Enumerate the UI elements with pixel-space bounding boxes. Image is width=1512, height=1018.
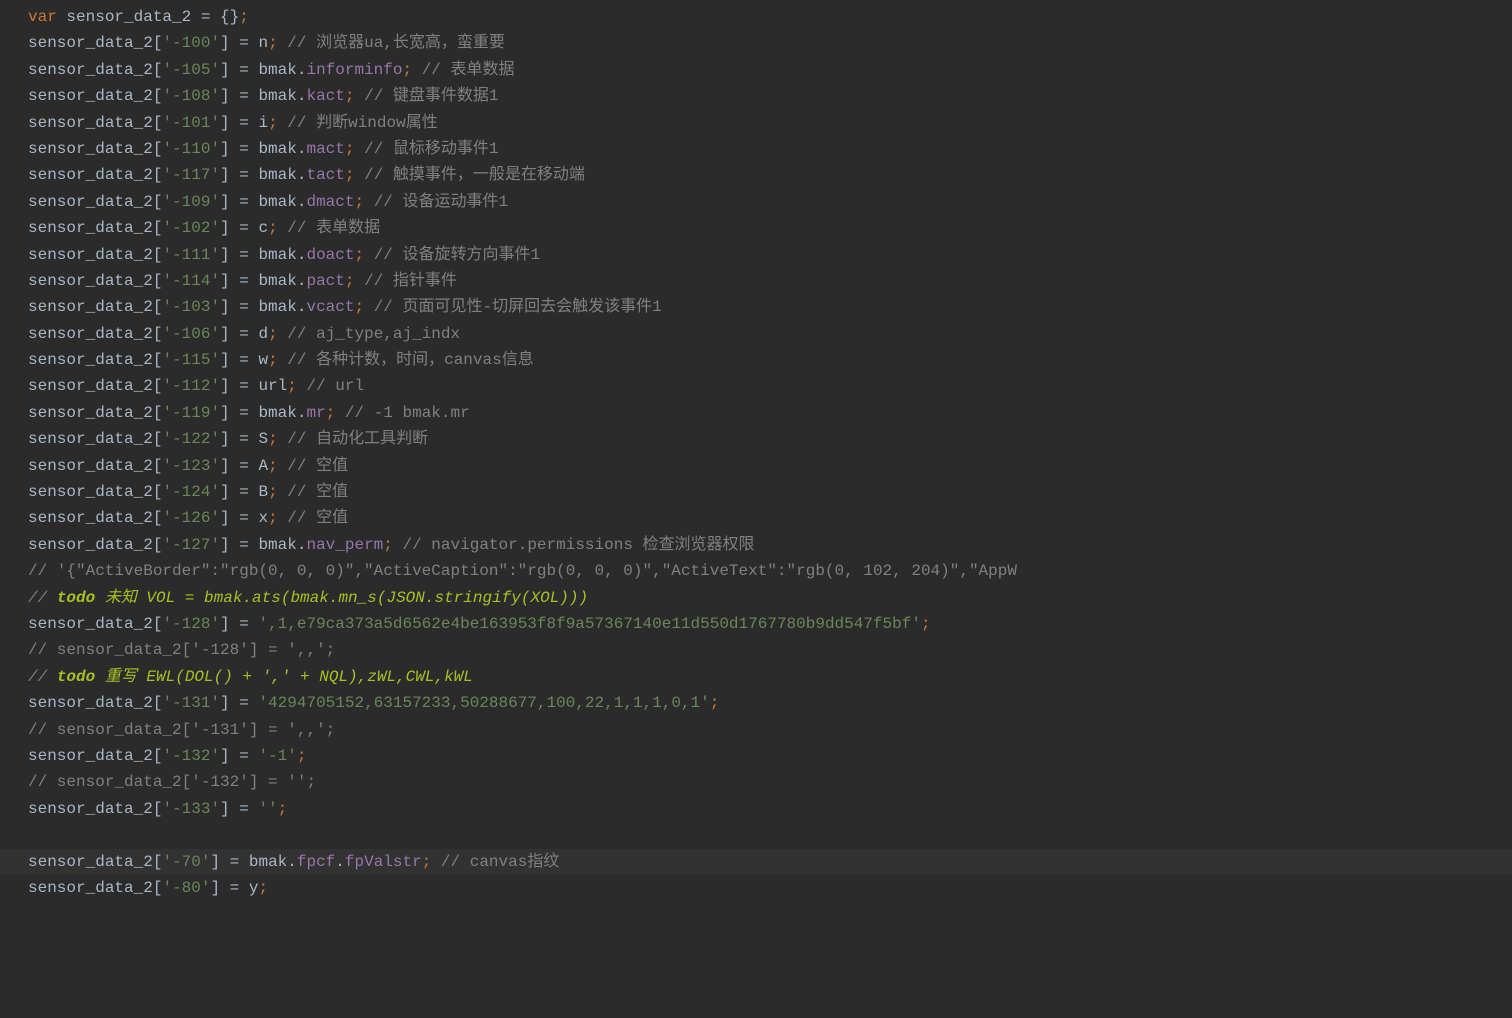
code-line[interactable]: sensor_data_2['-105'] = bmak.informinfo;…: [0, 57, 1512, 83]
code-line[interactable]: sensor_data_2['-100'] = n; // 浏览器ua,长宽高，…: [0, 30, 1512, 56]
code-line[interactable]: sensor_data_2['-112'] = url; // url: [0, 373, 1512, 399]
code-line[interactable]: // todo 未知 VOL = bmak.ats(bmak.mn_s(JSON…: [0, 585, 1512, 611]
code-line[interactable]: sensor_data_2['-124'] = B; // 空值: [0, 479, 1512, 505]
code-line[interactable]: sensor_data_2['-101'] = i; // 判断window属性: [0, 110, 1512, 136]
code-line[interactable]: // '{"ActiveBorder":"rgb(0, 0, 0)","Acti…: [0, 558, 1512, 584]
code-line[interactable]: sensor_data_2['-117'] = bmak.tact; // 触摸…: [0, 162, 1512, 188]
code-line[interactable]: sensor_data_2['-80'] = y;: [0, 875, 1512, 901]
code-line[interactable]: sensor_data_2['-114'] = bmak.pact; // 指针…: [0, 268, 1512, 294]
code-line[interactable]: // sensor_data_2['-132'] = '';: [0, 769, 1512, 795]
code-line[interactable]: sensor_data_2['-126'] = x; // 空值: [0, 505, 1512, 531]
code-editor[interactable]: var sensor_data_2 = {};sensor_data_2['-1…: [0, 4, 1512, 901]
code-line[interactable]: sensor_data_2['-110'] = bmak.mact; // 鼠标…: [0, 136, 1512, 162]
code-line[interactable]: sensor_data_2['-108'] = bmak.kact; // 键盘…: [0, 83, 1512, 109]
code-line[interactable]: sensor_data_2['-115'] = w; // 各种计数，时间，ca…: [0, 347, 1512, 373]
code-line[interactable]: sensor_data_2['-128'] = ',1,e79ca373a5d6…: [0, 611, 1512, 637]
code-line[interactable]: [0, 822, 1512, 848]
code-line[interactable]: // todo 重写 EWL(DOL() + ',' + NQL),zWL,CW…: [0, 664, 1512, 690]
code-line[interactable]: // sensor_data_2['-128'] = ',,';: [0, 637, 1512, 663]
code-line[interactable]: sensor_data_2['-123'] = A; // 空值: [0, 453, 1512, 479]
code-line[interactable]: sensor_data_2['-133'] = '';: [0, 796, 1512, 822]
code-line[interactable]: sensor_data_2['-106'] = d; // aj_type,aj…: [0, 321, 1512, 347]
code-line[interactable]: sensor_data_2['-119'] = bmak.mr; // -1 b…: [0, 400, 1512, 426]
code-line[interactable]: sensor_data_2['-131'] = '4294705152,6315…: [0, 690, 1512, 716]
code-line[interactable]: sensor_data_2['-109'] = bmak.dmact; // 设…: [0, 189, 1512, 215]
code-line[interactable]: sensor_data_2['-132'] = '-1';: [0, 743, 1512, 769]
code-line[interactable]: // sensor_data_2['-131'] = ',,';: [0, 717, 1512, 743]
code-line[interactable]: sensor_data_2['-127'] = bmak.nav_perm; /…: [0, 532, 1512, 558]
code-line[interactable]: var sensor_data_2 = {};: [0, 4, 1512, 30]
code-line[interactable]: sensor_data_2['-102'] = c; // 表单数据: [0, 215, 1512, 241]
code-line[interactable]: sensor_data_2['-70'] = bmak.fpcf.fpValst…: [0, 849, 1512, 875]
code-line[interactable]: sensor_data_2['-103'] = bmak.vcact; // 页…: [0, 294, 1512, 320]
code-line[interactable]: sensor_data_2['-122'] = S; // 自动化工具判断: [0, 426, 1512, 452]
code-line[interactable]: sensor_data_2['-111'] = bmak.doact; // 设…: [0, 242, 1512, 268]
